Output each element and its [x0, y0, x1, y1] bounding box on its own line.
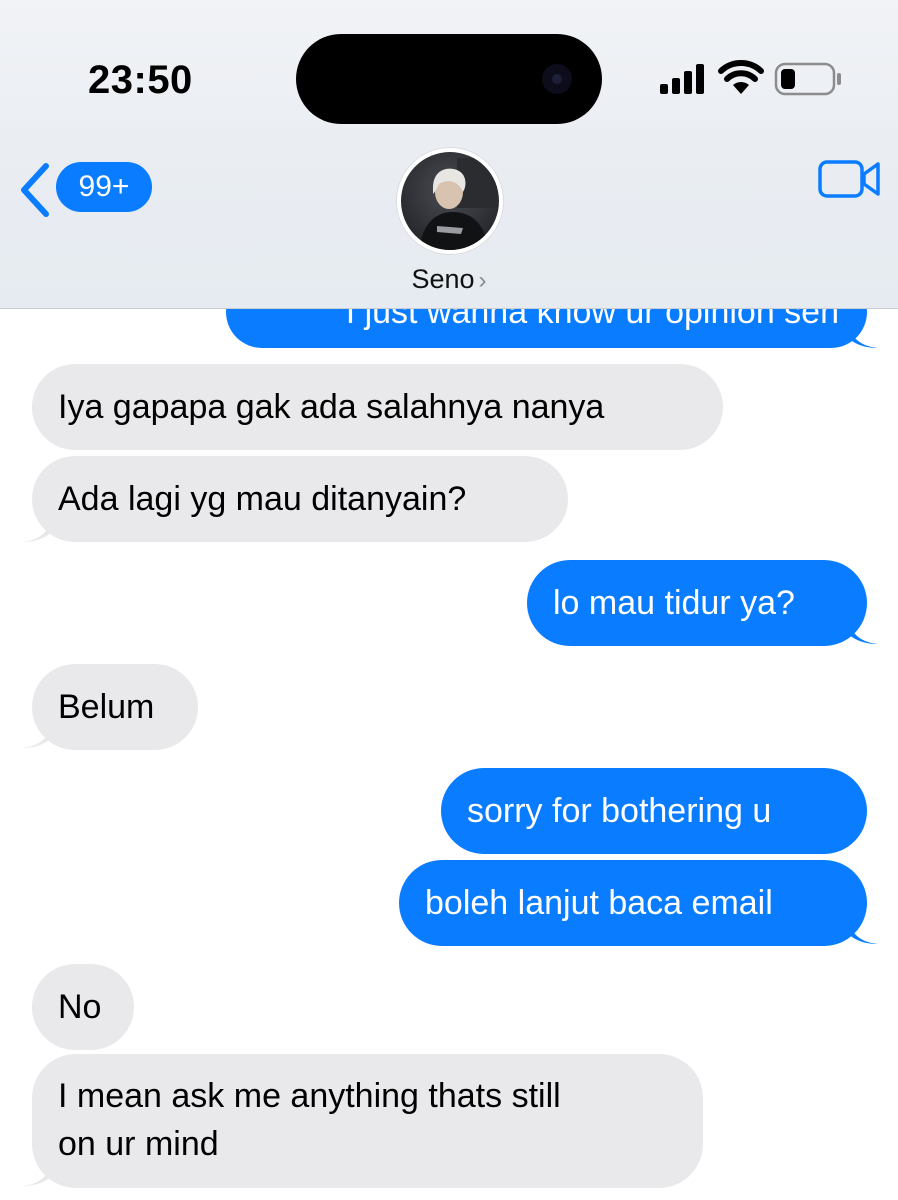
message-text-line: I mean ask me anything thats still — [58, 1077, 561, 1115]
contact-name-button[interactable]: Seno › — [0, 264, 898, 295]
unread-count-badge[interactable]: 99+ — [56, 162, 152, 212]
battery-icon — [774, 62, 841, 96]
bubble-tail — [22, 1156, 54, 1186]
message-bubble-sent[interactable]: boleh lanjut baca email — [399, 860, 867, 946]
contact-name: Seno — [411, 264, 475, 294]
message-bubble-received[interactable]: No — [32, 964, 134, 1050]
cellular-signal-icon — [660, 64, 704, 94]
bubble-tail — [846, 614, 878, 644]
bubble-tail — [846, 914, 878, 944]
message-text: sorry for bothering u — [467, 792, 772, 830]
message-text: boleh lanjut baca email — [425, 884, 773, 922]
avatar[interactable] — [397, 148, 503, 254]
message-text-line: on ur mind — [58, 1125, 219, 1163]
message-bubble-received[interactable]: Ada lagi yg mau ditanyain? — [32, 456, 568, 542]
message-text: Ada lagi yg mau ditanyain? — [58, 480, 467, 518]
message-bubble-sent[interactable]: sorry for bothering u — [441, 768, 867, 854]
bubble-tail — [22, 718, 54, 748]
dynamic-island — [296, 34, 602, 124]
message-bubble-received[interactable]: Belum — [32, 664, 198, 750]
chevron-left-icon[interactable] — [14, 160, 54, 220]
message-text: Belum — [58, 688, 155, 726]
bubble-tail — [846, 318, 878, 348]
wifi-icon — [718, 60, 764, 94]
message-text: Iya gapapa gak ada salahnya nanya — [58, 388, 605, 426]
message-text: lo mau tidur ya? — [553, 584, 795, 622]
video-camera-icon[interactable] — [818, 158, 882, 200]
message-bubble-sent[interactable]: lo mau tidur ya? — [527, 560, 867, 646]
bubble-tail — [22, 512, 54, 542]
front-camera-icon — [542, 64, 572, 94]
message-bubble-received[interactable]: Iya gapapa gak ada salahnya nanya — [32, 364, 723, 450]
message-bubble-received[interactable]: I mean ask me anything thats still on ur… — [32, 1054, 703, 1188]
chevron-right-icon: › — [478, 267, 487, 294]
avatar-photo — [397, 148, 503, 254]
message-text: No — [58, 988, 102, 1026]
conversation-header: 23:50 99+ Seno › — [0, 0, 898, 309]
status-time: 23:50 — [88, 58, 193, 102]
